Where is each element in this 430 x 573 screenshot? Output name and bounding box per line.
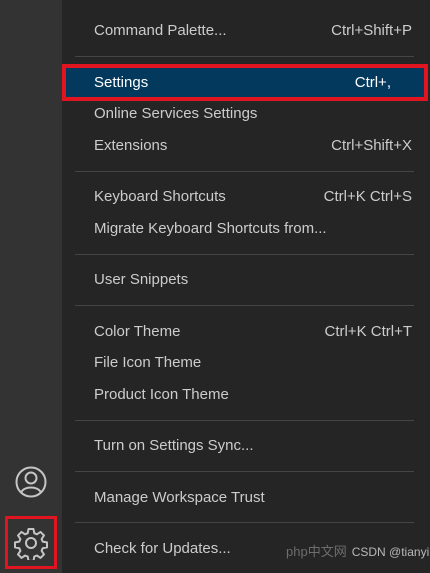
- menu-separator: [75, 471, 414, 472]
- menu-item-keybinding: Ctrl+Shift+X: [331, 137, 412, 154]
- menu-separator: [75, 522, 414, 523]
- menu-item-label: Color Theme: [94, 323, 181, 340]
- manage-context-menu: Command Palette... Ctrl+Shift+P Settings…: [62, 0, 430, 573]
- menu-item-label: Settings: [94, 74, 149, 91]
- menu-item-label: Keyboard Shortcuts: [94, 188, 226, 205]
- menu-item-product-icon-theme[interactable]: Product Icon Theme: [80, 381, 428, 408]
- menu-item-label: Check for Updates...: [94, 540, 231, 557]
- menu-item-extensions[interactable]: Extensions Ctrl+Shift+X: [80, 132, 428, 159]
- menu-item-keybinding: Ctrl+,: [354, 74, 391, 91]
- menu-item-online-services-settings[interactable]: Online Services Settings: [80, 100, 428, 127]
- gear-icon: [14, 527, 48, 560]
- menu-item-command-palette[interactable]: Command Palette... Ctrl+Shift+P: [80, 17, 428, 44]
- menu-separator: [75, 305, 414, 306]
- menu-item-settings-sync[interactable]: Turn on Settings Sync...: [80, 432, 428, 459]
- menu-item-settings[interactable]: Settings Ctrl+,: [62, 64, 428, 101]
- menu-item-file-icon-theme[interactable]: File Icon Theme: [80, 349, 428, 376]
- menu-item-label: File Icon Theme: [94, 354, 202, 371]
- menu-item-keybinding: Ctrl+K Ctrl+S: [323, 188, 412, 205]
- account-icon: [15, 466, 47, 498]
- menu-item-keybinding: Ctrl+Shift+P: [331, 22, 412, 39]
- menu-item-label: Extensions: [94, 137, 168, 154]
- watermark-logo: php中文网: [286, 544, 347, 559]
- accounts-button[interactable]: [8, 459, 54, 505]
- watermark: php中文网 CSDN @tianyiHon: [286, 541, 430, 560]
- menu-separator: [75, 171, 414, 172]
- menu-item-migrate-keyboard-shortcuts[interactable]: Migrate Keyboard Shortcuts from...: [80, 215, 428, 242]
- menu-item-label: Command Palette...: [94, 22, 227, 39]
- menu-item-manage-workspace-trust[interactable]: Manage Workspace Trust: [80, 484, 428, 511]
- menu-item-keybinding: Ctrl+K Ctrl+T: [324, 323, 412, 340]
- menu-item-label: Online Services Settings: [94, 105, 258, 122]
- menu-item-color-theme[interactable]: Color Theme Ctrl+K Ctrl+T: [80, 318, 428, 345]
- menu-item-label: Manage Workspace Trust: [94, 489, 265, 506]
- activity-bar: [0, 0, 62, 573]
- menu-item-label: User Snippets: [94, 271, 189, 288]
- menu-separator: [75, 420, 414, 421]
- menu-item-label: Product Icon Theme: [94, 386, 229, 403]
- menu-separator: [75, 56, 414, 57]
- menu-item-keyboard-shortcuts[interactable]: Keyboard Shortcuts Ctrl+K Ctrl+S: [80, 183, 428, 210]
- menu-item-user-snippets[interactable]: User Snippets: [80, 266, 428, 293]
- manage-button[interactable]: [5, 516, 57, 569]
- menu-separator: [75, 254, 414, 255]
- menu-item-label: Turn on Settings Sync...: [94, 437, 254, 454]
- watermark-text: CSDN @tianyiHon: [351, 545, 430, 559]
- menu-item-label: Migrate Keyboard Shortcuts from...: [94, 220, 327, 237]
